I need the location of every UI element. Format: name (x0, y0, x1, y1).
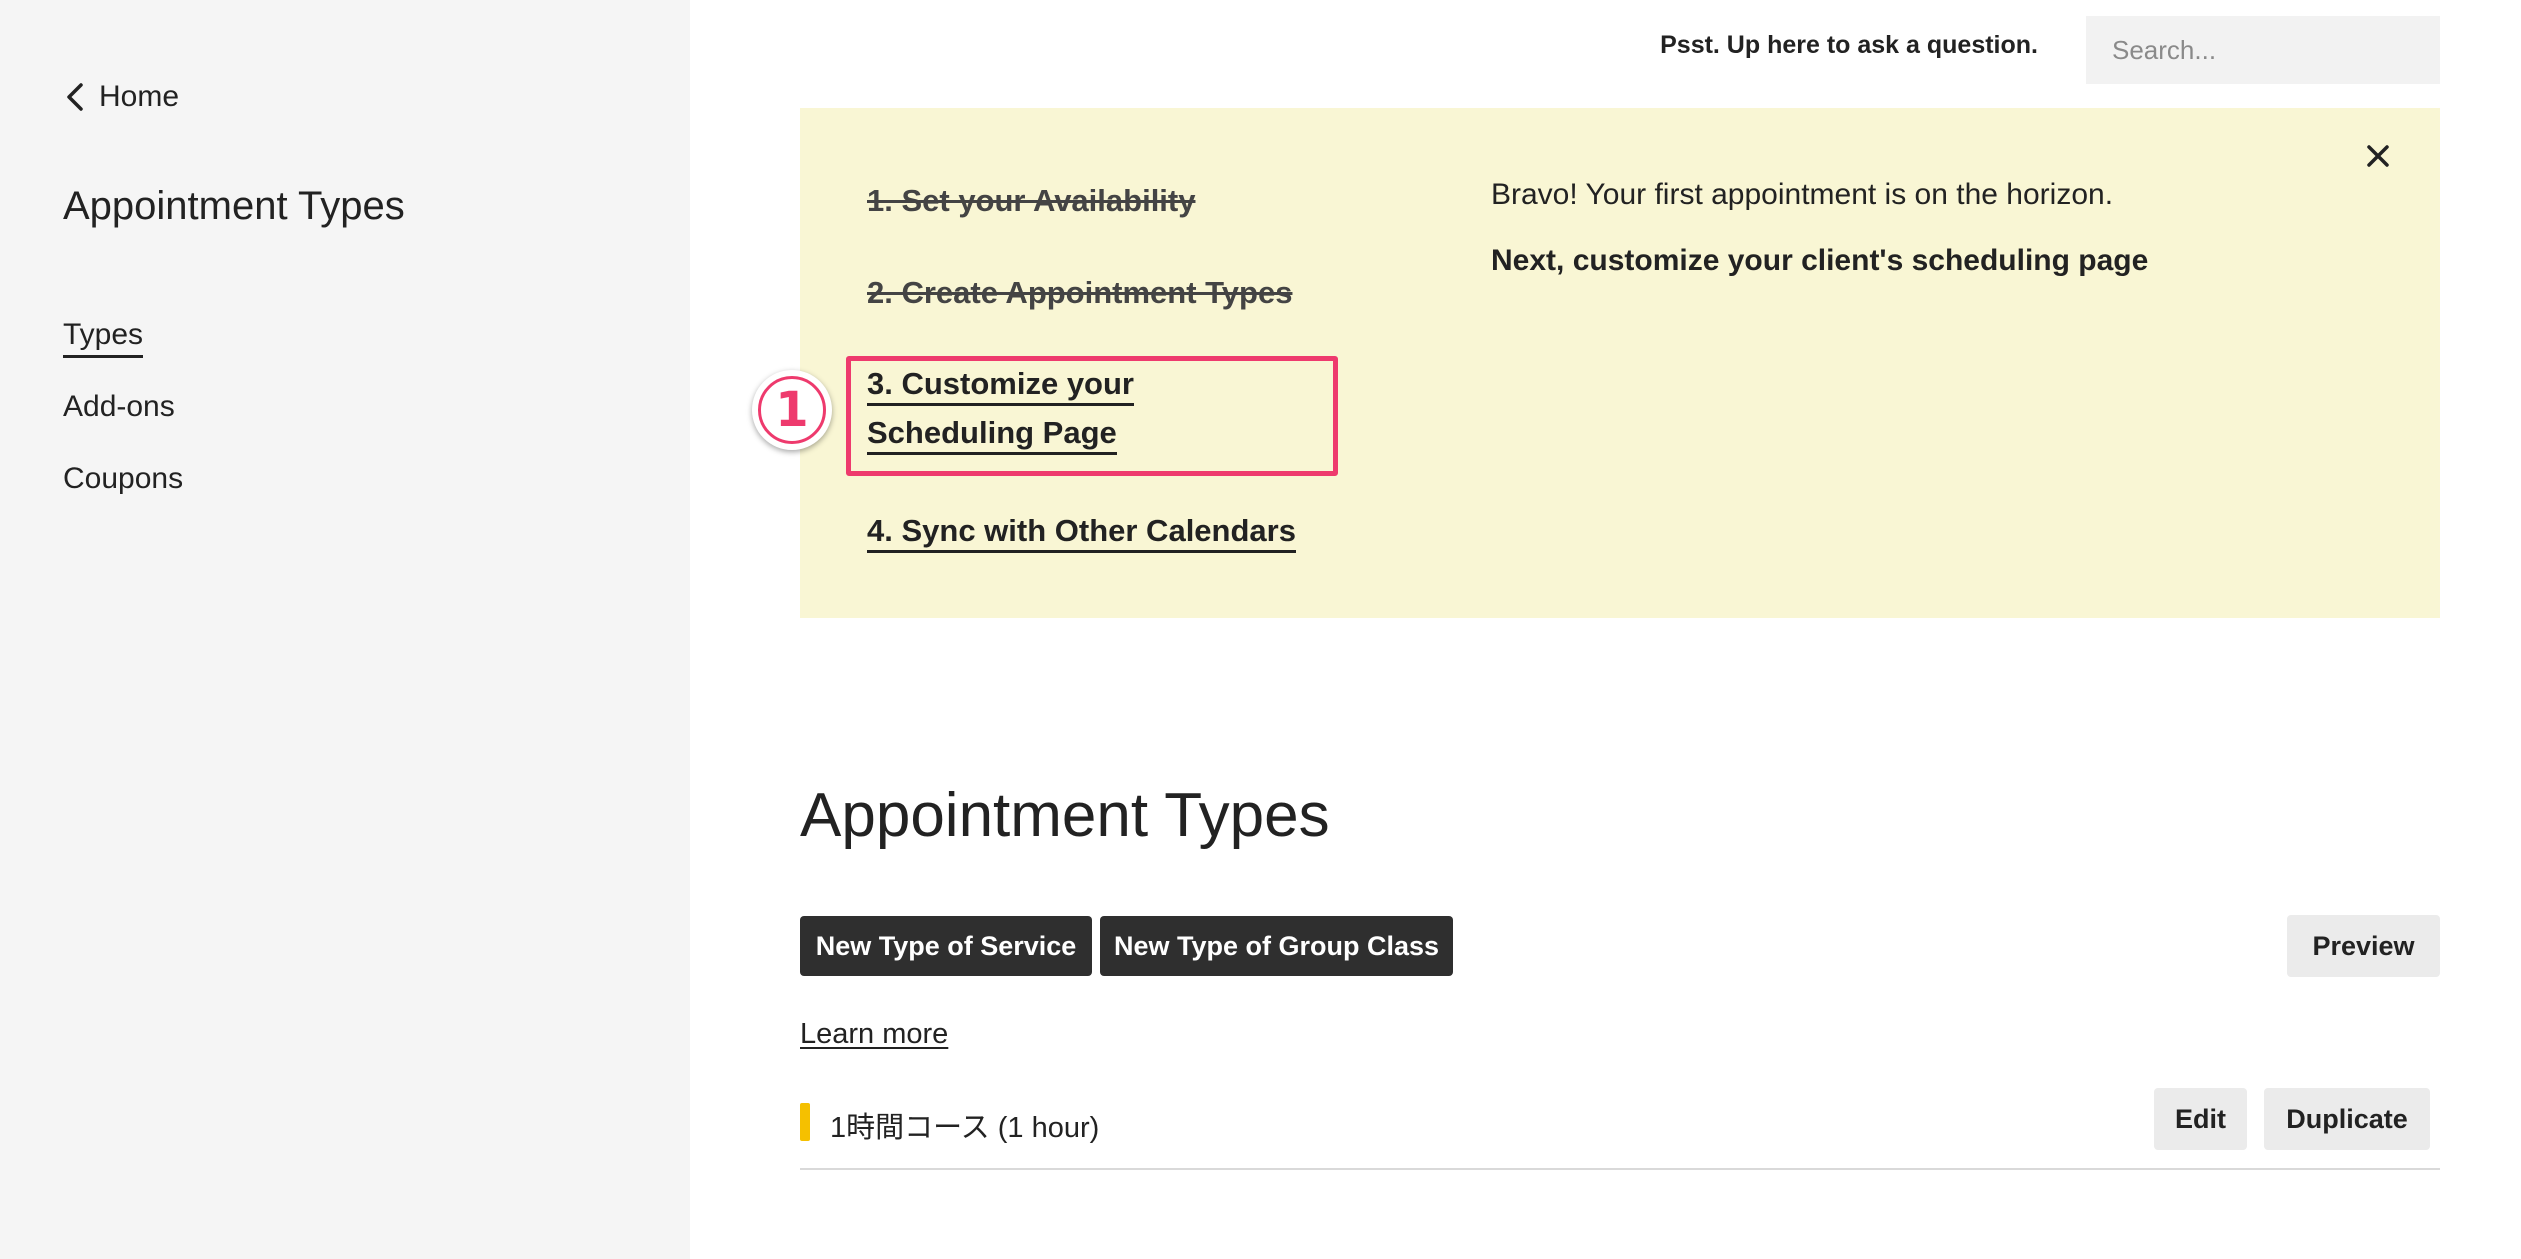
annotation-number-marker: 1 (752, 370, 832, 450)
chevron-left-icon (67, 83, 83, 111)
step-sync-calendars[interactable]: 4. Sync with Other Calendars (867, 506, 1296, 555)
search-input[interactable] (2110, 33, 2449, 67)
sidebar-title: Appointment Types (63, 184, 405, 228)
step-create-appointment-types[interactable]: 2. Create Appointment Types (867, 268, 1292, 317)
edit-button[interactable]: Edit (2154, 1088, 2247, 1150)
preview-button[interactable]: Preview (2287, 915, 2440, 977)
type-name: 1時間コース (1 hour) (830, 1112, 1100, 1144)
sidebar-item-coupons[interactable]: Coupons (63, 462, 183, 496)
sidebar-item-types[interactable]: Types (63, 318, 183, 358)
sidebar-item-label: Add-ons (63, 390, 175, 423)
sidebar-item-add-ons[interactable]: Add-ons (63, 390, 183, 424)
sidebar-item-label: Coupons (63, 462, 184, 495)
banner-next-step: Next, customize your client's scheduling… (1491, 244, 2149, 277)
annotation-highlight-box (846, 356, 1338, 476)
close-icon[interactable] (2360, 138, 2396, 174)
search-box[interactable] (2086, 16, 2449, 84)
step-set-availability[interactable]: 1. Set your Availability (867, 176, 1195, 225)
sidebar-nav: Types Add-ons Coupons (63, 318, 183, 534)
new-group-class-button[interactable]: New Type of Group Class (1100, 916, 1453, 976)
back-home-link[interactable]: Home (63, 80, 179, 114)
main-content: Psst. Up here to ask a question. 1. Set … (752, 0, 2449, 1259)
back-home-label: Home (99, 80, 180, 113)
page-title: Appointment Types (800, 781, 1330, 850)
new-service-type-button[interactable]: New Type of Service (800, 916, 1092, 976)
step-label: 4. Sync with Other Calendars (867, 513, 1296, 553)
sidebar: Home Appointment Types Types Add-ons Cou… (0, 0, 690, 1259)
duplicate-button[interactable]: Duplicate (2264, 1088, 2430, 1150)
type-color-swatch (800, 1103, 810, 1141)
sidebar-item-label: Types (63, 318, 144, 358)
learn-more-link[interactable]: Learn more (800, 1018, 948, 1051)
onboarding-banner: 1. Set your Availability 2. Create Appoi… (752, 108, 2440, 618)
annotation-number: 1 (758, 376, 826, 444)
banner-message: Bravo! Your first appointment is on the … (1491, 178, 2114, 211)
table-row: 1時間コース (1 hour) Edit Duplicate (800, 1088, 2440, 1170)
help-prompt: Psst. Up here to ask a question. (1660, 31, 2038, 59)
